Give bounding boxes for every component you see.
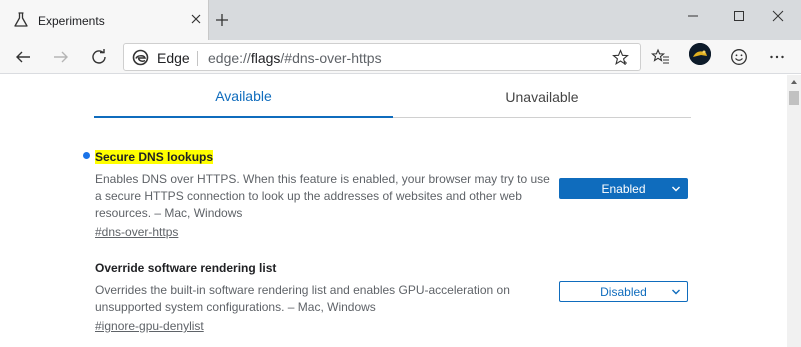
- url-suffix: /#dns-over-https: [280, 50, 382, 66]
- favorites-icon: [651, 48, 669, 64]
- refresh-icon: [92, 49, 106, 64]
- experiment-state-select[interactable]: Enabled: [559, 178, 688, 199]
- url-text[interactable]: edge://flags/#dns-over-https: [208, 50, 382, 66]
- select-value: Enabled: [601, 181, 646, 196]
- experiment-description: Enables DNS over HTTPS. When this featur…: [95, 172, 550, 220]
- url-bold: flags: [250, 50, 281, 66]
- experiment-title: Secure DNS lookups: [95, 150, 214, 164]
- back-button[interactable]: [13, 47, 33, 67]
- toolbar: Edge edge://flags/#dns-over-https: [0, 40, 801, 74]
- profile-avatar[interactable]: [689, 43, 711, 65]
- minimize-icon: [688, 15, 698, 17]
- select-value: Disabled: [600, 284, 647, 299]
- close-tab-icon[interactable]: [188, 11, 204, 27]
- experiment-permalink[interactable]: #dns-over-https: [95, 225, 178, 239]
- minimize-button[interactable]: [670, 0, 716, 32]
- scroll-up-arrow-icon: [791, 80, 797, 84]
- experiment-title: Override software rendering list: [95, 261, 277, 275]
- tab-available[interactable]: Available: [94, 75, 393, 118]
- experiment-permalink[interactable]: #ignore-gpu-denylist: [95, 319, 204, 333]
- vertical-scrollbar[interactable]: [787, 75, 801, 347]
- flags-page: Available Unavailable Secure DNS lookups…: [0, 75, 787, 347]
- scrollbar-thumb[interactable]: [789, 91, 799, 105]
- tab-strip: Experiments: [0, 0, 801, 40]
- close-window-button[interactable]: [755, 0, 801, 32]
- forward-arrow-icon: [54, 51, 68, 63]
- smiley-icon: [731, 49, 747, 65]
- flags-tabs: Available Unavailable: [94, 75, 691, 118]
- forward-button[interactable]: [51, 47, 71, 67]
- beaker-icon: [14, 12, 28, 27]
- address-bar[interactable]: Edge edge://flags/#dns-over-https: [123, 43, 641, 71]
- close-window-icon: [772, 10, 784, 22]
- more-menu-button[interactable]: [767, 47, 787, 67]
- chevron-down-icon: [672, 289, 680, 295]
- experiment-secure-dns: Secure DNS lookups Enables DNS over HTTP…: [95, 148, 555, 241]
- chevron-down-icon: [672, 186, 680, 192]
- tab-title: Experiments: [38, 14, 105, 28]
- new-tab-icon[interactable]: [214, 12, 230, 28]
- maximize-icon: [734, 11, 744, 21]
- favorites-button[interactable]: [651, 47, 671, 67]
- scroll-up-button[interactable]: [787, 75, 801, 89]
- back-arrow-icon: [16, 51, 30, 63]
- feedback-button[interactable]: [729, 47, 749, 67]
- omnibox-divider: [197, 51, 198, 66]
- experiment-override-rendering-list: Override software rendering list Overrid…: [95, 259, 555, 335]
- modified-indicator-dot: [83, 152, 90, 159]
- refresh-button[interactable]: [89, 47, 109, 67]
- url-prefix: edge://: [208, 50, 251, 66]
- add-favorite-star-icon[interactable]: [612, 49, 629, 66]
- experiment-state-select[interactable]: Disabled: [559, 281, 688, 302]
- experiment-description: Overrides the built-in software renderin…: [95, 283, 510, 314]
- site-label: Edge: [157, 50, 190, 66]
- ellipsis-icon: [770, 55, 784, 59]
- browser-tab-experiments[interactable]: Experiments: [0, 0, 209, 40]
- avatar-image: [689, 43, 711, 65]
- tab-unavailable[interactable]: Unavailable: [393, 75, 691, 118]
- edge-logo-icon: [132, 49, 149, 66]
